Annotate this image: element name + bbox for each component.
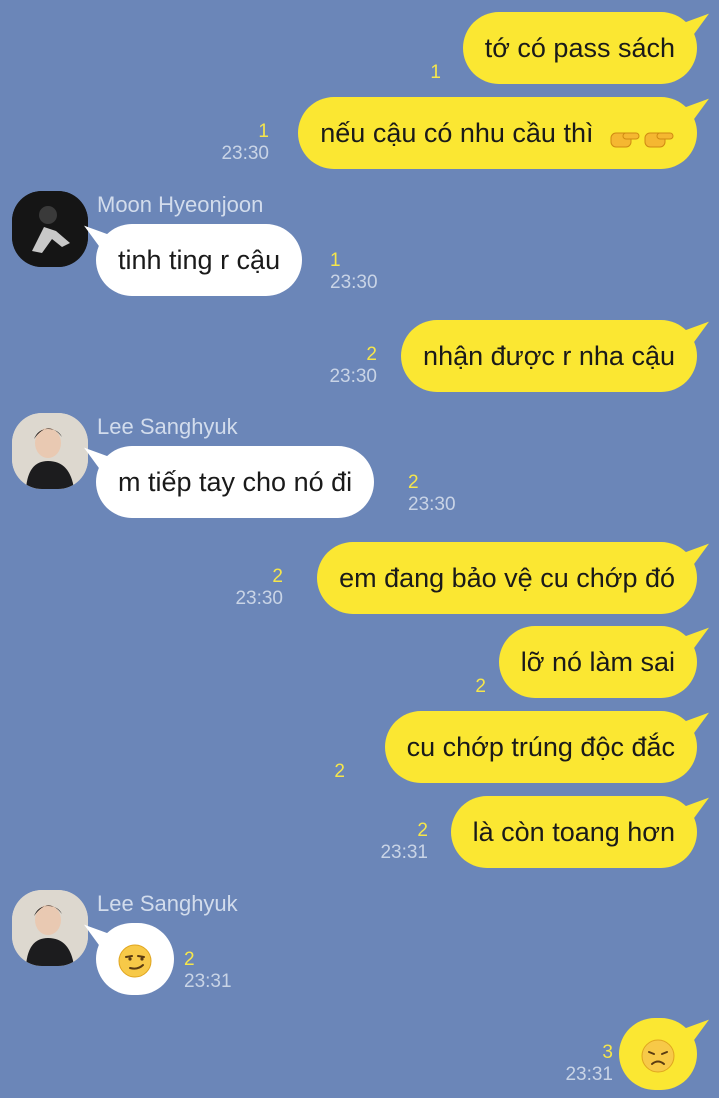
message-meta: 1: [430, 62, 441, 84]
unread-count: 2: [366, 344, 377, 365]
message-meta: 3 23:31: [565, 1042, 613, 1086]
unread-count: 3: [602, 1042, 613, 1063]
avatar-image: [12, 890, 88, 966]
incoming-message-bubble[interactable]: tinh ting r cậu: [96, 224, 303, 296]
message-time: 23:30: [221, 143, 269, 164]
message-meta: 1 23:30: [330, 250, 378, 294]
message-meta: 2 23:30: [408, 472, 456, 516]
sender-name: Lee Sanghyuk: [97, 414, 238, 439]
unread-count: 1: [330, 250, 341, 271]
unread-count: 1: [258, 121, 269, 142]
outgoing-message-bubble[interactable]: nhận được r nha cậu: [401, 320, 697, 392]
message-time: 23:30: [330, 272, 378, 293]
message-text: nếu cậu có nhu cầu thì: [320, 118, 594, 148]
message-text: tớ có pass sách: [484, 33, 675, 63]
message-meta: 2 23:30: [329, 344, 377, 388]
incoming-message-bubble[interactable]: [96, 923, 174, 995]
message-time: 23:31: [565, 1064, 613, 1085]
message-text: lỡ nó làm sai: [520, 647, 675, 677]
disappointed-emoji-icon: [641, 1039, 675, 1073]
outgoing-message-bubble[interactable]: [619, 1018, 697, 1090]
outgoing-message-bubble[interactable]: nếu cậu có nhu cầu thì: [298, 97, 697, 169]
avatar[interactable]: [12, 191, 88, 267]
message-meta: 2 23:31: [184, 949, 232, 993]
unread-count: 1: [430, 62, 441, 83]
outgoing-message-bubble[interactable]: lỡ nó làm sai: [498, 626, 697, 698]
message-text: cu chớp trúng độc đắc: [406, 732, 675, 762]
pointing-hand-icon: [609, 121, 675, 148]
message-meta: 2 23:31: [380, 820, 428, 864]
unread-count: 2: [475, 676, 486, 697]
message-time: 23:30: [329, 366, 377, 387]
incoming-message-bubble[interactable]: m tiếp tay cho nó đi: [96, 446, 375, 518]
outgoing-message-bubble[interactable]: là còn toang hơn: [450, 796, 697, 868]
message-time: 23:31: [184, 971, 232, 992]
message-meta: 1 23:30: [221, 121, 269, 165]
unread-count: 2: [334, 761, 345, 782]
message-text: em đang bảo vệ cu chớp đó: [339, 563, 675, 593]
avatar[interactable]: [12, 413, 88, 489]
unread-count: 2: [184, 949, 195, 970]
unread-count: 2: [417, 820, 428, 841]
sender-name: Lee Sanghyuk: [97, 891, 238, 916]
avatar[interactable]: [12, 890, 88, 966]
message-text: m tiếp tay cho nó đi: [118, 467, 353, 497]
message-meta: 2: [475, 676, 486, 698]
message-time: 23:30: [235, 588, 283, 609]
message-text: tinh ting r cậu: [118, 245, 281, 275]
message-time: 23:30: [408, 494, 456, 515]
sender-name: Moon Hyeonjoon: [97, 192, 264, 217]
message-time: 23:31: [380, 842, 428, 863]
message-meta: 2: [334, 761, 345, 783]
unread-count: 2: [408, 472, 419, 493]
message-text: là còn toang hơn: [472, 817, 675, 847]
avatar-image: [12, 413, 88, 489]
message-meta: 2 23:30: [235, 566, 283, 610]
unread-count: 2: [272, 566, 283, 587]
message-text: nhận được r nha cậu: [423, 341, 675, 371]
outgoing-message-bubble[interactable]: tớ có pass sách: [462, 12, 697, 84]
avatar-image: [12, 191, 88, 267]
outgoing-message-bubble[interactable]: em đang bảo vệ cu chớp đó: [317, 542, 697, 614]
outgoing-message-bubble[interactable]: cu chớp trúng độc đắc: [384, 711, 697, 783]
smirk-emoji-icon: [118, 944, 152, 978]
